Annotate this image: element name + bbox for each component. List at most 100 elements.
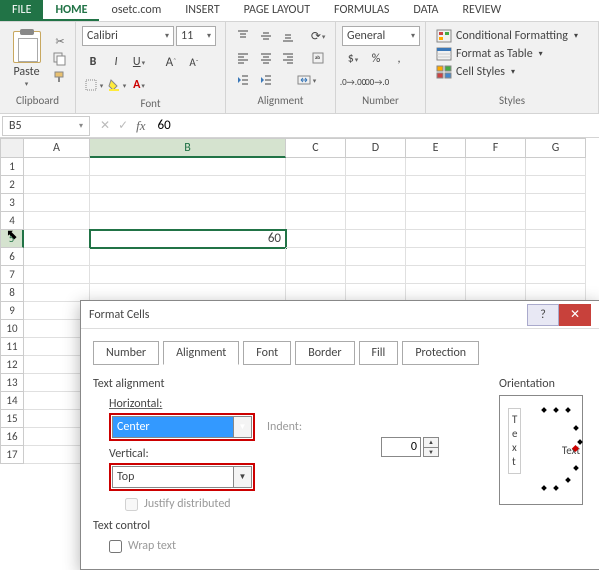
row-header-8[interactable]: 8 — [0, 284, 24, 302]
row-header-14[interactable]: 14 — [0, 392, 24, 410]
increase-indent-button[interactable] — [255, 70, 277, 90]
indent-input[interactable] — [381, 437, 421, 457]
chevron-down-icon[interactable]: ▼ — [233, 467, 251, 487]
font-size-combo[interactable]: 11▾ — [176, 26, 216, 46]
row-header-11[interactable]: 11 — [0, 338, 24, 356]
cell-E1[interactable] — [406, 158, 466, 176]
cell-D2[interactable] — [346, 176, 406, 194]
vertical-combo[interactable]: Top▼ — [112, 466, 252, 488]
row-header-13[interactable]: 13 — [0, 374, 24, 392]
cell-B4[interactable] — [90, 212, 286, 230]
cell-A6[interactable] — [24, 248, 90, 266]
cell-D7[interactable] — [346, 266, 406, 284]
font-color-button[interactable]: A — [128, 75, 150, 95]
cell-B5[interactable]: 60 — [90, 230, 286, 248]
tab-review[interactable]: REVIEW — [450, 0, 513, 21]
comma-button[interactable]: , — [388, 49, 410, 69]
chevron-down-icon[interactable]: ▼ — [233, 417, 251, 437]
row-header-7[interactable]: 7 — [0, 266, 24, 284]
cell-E5[interactable] — [406, 230, 466, 248]
select-all-corner[interactable] — [0, 138, 24, 158]
row-header-6[interactable]: 6 — [0, 248, 24, 266]
name-box[interactable]: B5▾ — [2, 116, 90, 136]
italic-button[interactable]: I — [105, 52, 127, 72]
row-header-4[interactable]: 4 — [0, 212, 24, 230]
tab-home[interactable]: HOME — [43, 0, 99, 21]
col-header-d[interactable]: D — [346, 138, 406, 158]
cell-G1[interactable] — [526, 158, 586, 176]
row-header-5[interactable]: 5 — [0, 230, 24, 248]
cell-C3[interactable] — [286, 194, 346, 212]
cell-A7[interactable] — [24, 266, 90, 284]
percent-button[interactable]: % — [365, 49, 387, 69]
col-header-e[interactable]: E — [406, 138, 466, 158]
cell-C1[interactable] — [286, 158, 346, 176]
font-name-combo[interactable]: Calibri▾ — [82, 26, 174, 46]
cell-A4[interactable] — [24, 212, 90, 230]
cell-F5[interactable] — [466, 230, 526, 248]
row-header-17[interactable]: 17 — [0, 446, 24, 464]
accounting-button[interactable]: $ — [342, 49, 364, 69]
number-format-combo[interactable]: General▾ — [342, 26, 420, 46]
cell-C7[interactable] — [286, 266, 346, 284]
close-button[interactable]: ✕ — [559, 304, 591, 326]
col-header-g[interactable]: G — [526, 138, 586, 158]
cell-F4[interactable] — [466, 212, 526, 230]
cell-C2[interactable] — [286, 176, 346, 194]
conditional-formatting-button[interactable]: Conditional Formatting▾ — [434, 28, 590, 44]
orientation-button[interactable]: ⟳ — [307, 26, 329, 46]
cell-D5[interactable] — [346, 230, 406, 248]
format-painter-icon[interactable] — [51, 69, 69, 85]
cell-B7[interactable] — [90, 266, 286, 284]
cell-B3[interactable] — [90, 194, 286, 212]
row-header-2[interactable]: 2 — [0, 176, 24, 194]
cell-B6[interactable] — [90, 248, 286, 266]
cell-C4[interactable] — [286, 212, 346, 230]
orientation-selector[interactable]: Text Text — [499, 395, 583, 505]
dlg-tab-border[interactable]: Border — [295, 341, 354, 365]
cell-F6[interactable] — [466, 248, 526, 266]
borders-button[interactable] — [82, 75, 104, 95]
cell-A5[interactable] — [24, 230, 90, 248]
cell-G6[interactable] — [526, 248, 586, 266]
row-header-12[interactable]: 12 — [0, 356, 24, 374]
enter-icon[interactable]: ✓ — [118, 118, 128, 133]
align-bottom-button[interactable] — [278, 26, 300, 46]
tab-formulas[interactable]: FORMULAS — [322, 0, 401, 21]
row-header-3[interactable]: 3 — [0, 194, 24, 212]
row-header-9[interactable]: 9 — [0, 302, 24, 320]
fx-icon[interactable]: fx — [136, 118, 145, 134]
cell-E2[interactable] — [406, 176, 466, 194]
underline-button[interactable]: U — [128, 52, 150, 72]
cell-D4[interactable] — [346, 212, 406, 230]
cell-F7[interactable] — [466, 266, 526, 284]
cell-D6[interactable] — [346, 248, 406, 266]
dlg-tab-number[interactable]: Number — [93, 341, 159, 365]
fill-color-button[interactable] — [105, 75, 127, 95]
horizontal-combo[interactable]: Center▼ — [112, 416, 252, 438]
format-as-table-button[interactable]: Format as Table▾ — [434, 46, 590, 62]
help-button[interactable]: ? — [527, 304, 559, 326]
cell-C6[interactable] — [286, 248, 346, 266]
grow-font-button[interactable]: Aˆ — [160, 52, 182, 72]
merge-button[interactable] — [295, 70, 317, 90]
cut-icon[interactable]: ✂ — [51, 33, 69, 49]
cell-D1[interactable] — [346, 158, 406, 176]
row-header-10[interactable]: 10 — [0, 320, 24, 338]
decrease-indent-button[interactable] — [232, 70, 254, 90]
cell-F1[interactable] — [466, 158, 526, 176]
row-header-16[interactable]: 16 — [0, 428, 24, 446]
align-center-button[interactable] — [255, 48, 277, 68]
dlg-tab-font[interactable]: Font — [243, 341, 291, 365]
copy-icon[interactable] — [51, 51, 69, 67]
tab-insert[interactable]: INSERT — [173, 0, 231, 21]
increase-decimal-button[interactable]: .0→.00 — [342, 72, 364, 92]
cell-F2[interactable] — [466, 176, 526, 194]
align-middle-button[interactable] — [255, 26, 277, 46]
row-header-1[interactable]: 1 — [0, 158, 24, 176]
align-right-button[interactable] — [278, 48, 300, 68]
wrap-text-button[interactable]: ab — [307, 48, 329, 68]
cell-A3[interactable] — [24, 194, 90, 212]
cell-styles-button[interactable]: Cell Styles▾ — [434, 64, 590, 80]
col-header-a[interactable]: A — [24, 138, 90, 158]
